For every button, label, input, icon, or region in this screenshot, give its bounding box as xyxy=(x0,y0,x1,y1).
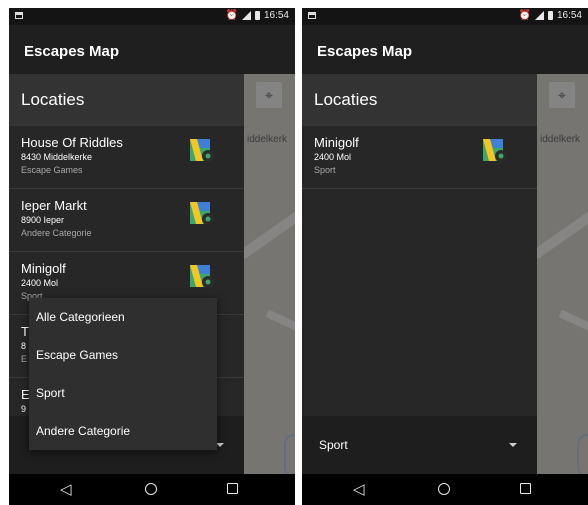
location-item[interactable]: Ieper Markt 8900 Ieper Andere Categorie xyxy=(9,189,244,252)
status-bar: ⏰ 16:54 xyxy=(9,8,295,25)
phone-screen-right: ⏰ 16:54 Escapes Map iddelkerk ⌖ Locaties… xyxy=(302,8,588,505)
location-item[interactable]: House Of Riddles 8430 Middelkerke Escape… xyxy=(9,126,244,189)
home-icon[interactable] xyxy=(438,483,450,495)
dropdown-option[interactable]: Escape Games xyxy=(29,336,217,374)
app-bar: Escapes Map xyxy=(302,25,588,74)
location-address: 8 xyxy=(21,341,27,351)
back-icon[interactable]: ◁ xyxy=(60,480,72,498)
app-title: Escapes Map xyxy=(24,43,120,60)
category-dropdown: Alle Categorieen Escape Games Sport Ande… xyxy=(29,298,217,450)
map-icon[interactable] xyxy=(190,139,214,165)
back-icon[interactable]: ◁ xyxy=(353,480,365,498)
location-category: E xyxy=(21,354,28,364)
signal-icon xyxy=(241,11,251,20)
map-icon[interactable] xyxy=(190,265,214,291)
location-item[interactable]: Minigolf 2400 Mol Sport xyxy=(302,126,537,189)
alarm-icon: ⏰ xyxy=(225,10,238,21)
battery-icon xyxy=(254,11,260,20)
phone-screen-left: ⏰ 16:54 Escapes Map iddelkerk ⌖ Locaties… xyxy=(9,8,295,505)
dropdown-option[interactable]: Andere Categorie xyxy=(29,412,217,450)
dropdown-option[interactable]: Alle Categorieen xyxy=(29,298,217,336)
drawer-header: Locaties xyxy=(302,74,537,126)
dropdown-option[interactable]: Sport xyxy=(29,374,217,412)
app-title: Escapes Map xyxy=(317,43,413,60)
recent-apps-icon[interactable] xyxy=(520,483,531,494)
location-name: House Of Riddles xyxy=(21,135,123,150)
navigation-bar: ◁ xyxy=(302,474,588,505)
drawer-title: Locaties xyxy=(21,90,85,109)
drawer-header: Locaties xyxy=(9,74,244,126)
drawer-title: Locaties xyxy=(314,90,378,109)
drawer-scrim[interactable] xyxy=(244,74,295,474)
signal-icon xyxy=(534,11,544,20)
status-time: 16:54 xyxy=(263,10,289,21)
notification-icon xyxy=(15,12,23,19)
drawer-scrim[interactable] xyxy=(537,74,588,474)
battery-icon xyxy=(547,11,553,20)
location-address: 8900 Ieper xyxy=(21,215,65,225)
location-name: T xyxy=(21,324,29,339)
location-category: Sport xyxy=(314,165,336,175)
chevron-down-icon xyxy=(509,443,517,447)
status-time: 16:54 xyxy=(556,10,582,21)
map-icon[interactable] xyxy=(190,202,214,228)
status-bar: ⏰ 16:54 xyxy=(302,8,588,25)
location-address: 2400 Mol xyxy=(314,152,352,162)
category-filter-value: Sport xyxy=(319,438,348,452)
location-name: Ieper Markt xyxy=(21,198,87,213)
location-category: Escape Games xyxy=(21,165,83,175)
locations-drawer: Locaties Minigolf 2400 Mol Sport Sport xyxy=(302,74,537,474)
category-filter-spinner[interactable]: Sport xyxy=(302,416,537,474)
map-icon[interactable] xyxy=(483,139,507,165)
home-icon[interactable] xyxy=(145,483,157,495)
location-name: Minigolf xyxy=(21,261,66,276)
alarm-icon: ⏰ xyxy=(518,10,531,21)
notification-icon xyxy=(308,12,316,19)
location-category: Andere Categorie xyxy=(21,228,92,238)
location-address: 9 xyxy=(21,404,27,414)
app-bar: Escapes Map xyxy=(9,25,295,74)
location-address: 8430 Middelkerke xyxy=(21,152,93,162)
navigation-bar: ◁ xyxy=(9,474,295,505)
location-address: 2400 Mol xyxy=(21,278,59,288)
location-name: Minigolf xyxy=(314,135,359,150)
chevron-down-icon xyxy=(216,443,224,447)
recent-apps-icon[interactable] xyxy=(227,483,238,494)
